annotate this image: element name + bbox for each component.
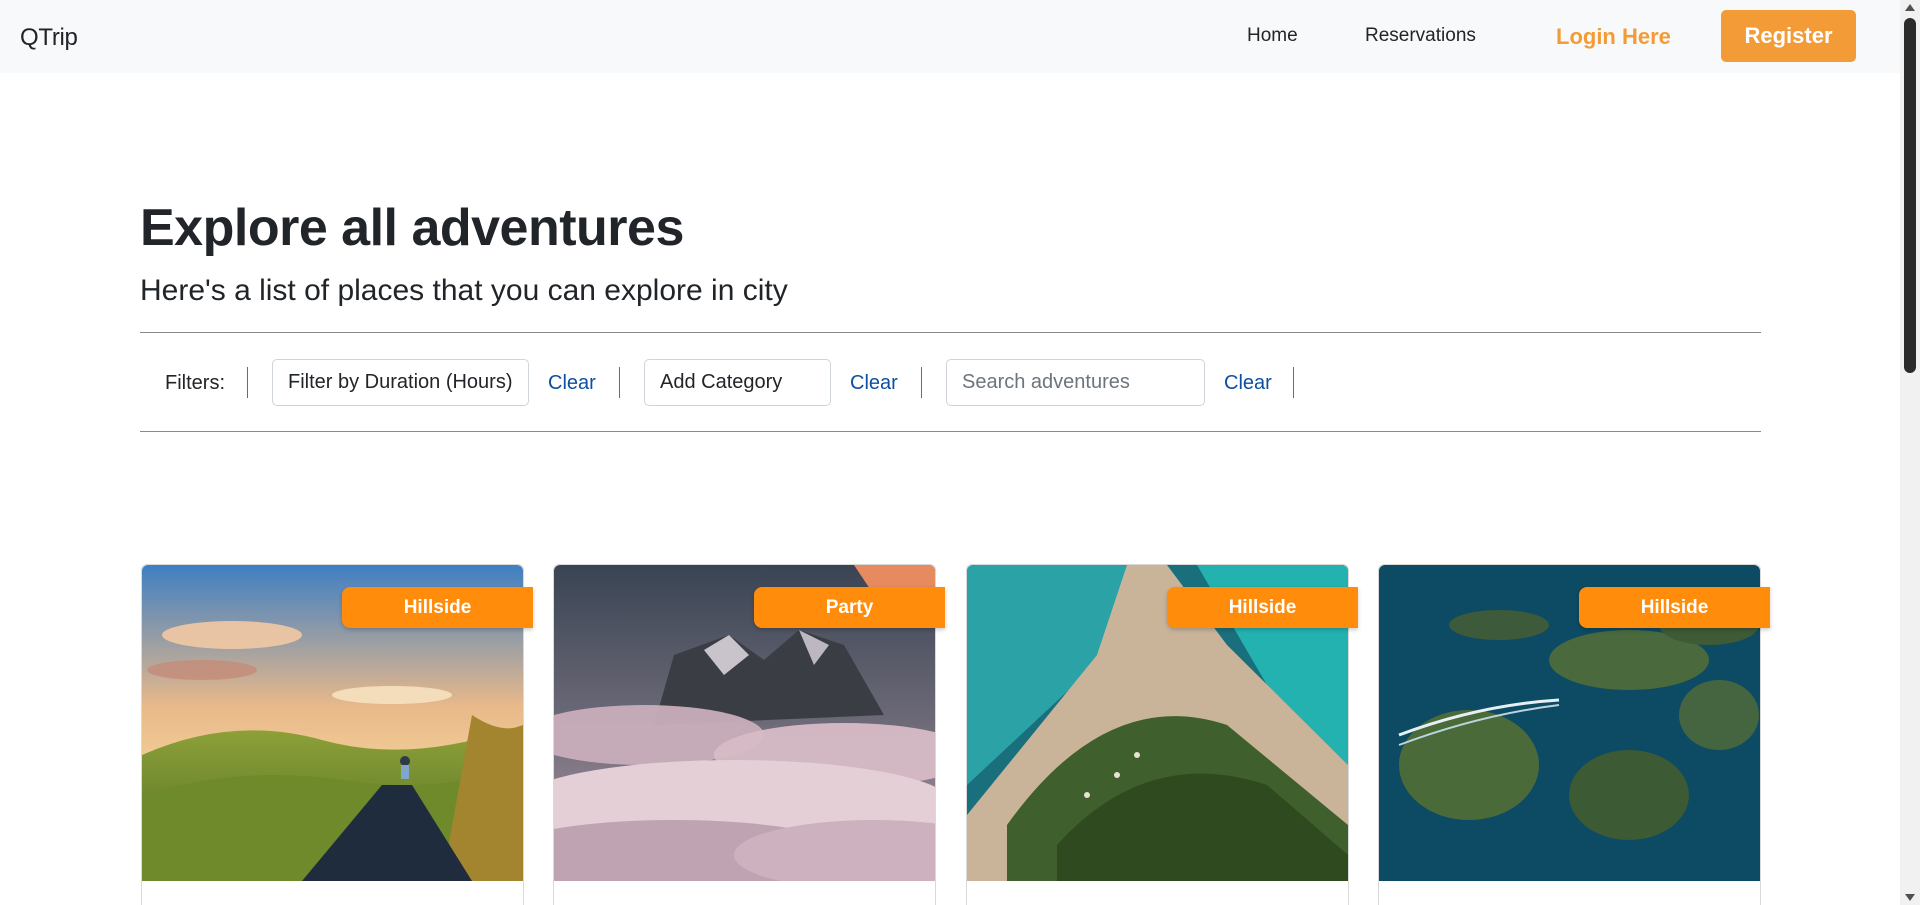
filter-separator: [619, 367, 620, 398]
adventure-card[interactable]: Hillside: [1378, 564, 1770, 905]
divider-bottom: [140, 431, 1761, 432]
vertical-scrollbar[interactable]: [1900, 0, 1920, 905]
page-subtitle: Here's a list of places that you can exp…: [140, 274, 788, 307]
search-adventures-input[interactable]: [946, 359, 1205, 406]
login-link[interactable]: Login Here: [1556, 24, 1671, 50]
adventure-card[interactable]: Party: [553, 564, 945, 905]
page: QTrip Home Reservations Login Here Regis…: [0, 0, 1920, 905]
filter-separator: [921, 367, 922, 398]
category-badge: Party: [754, 587, 945, 628]
filters-label: Filters:: [165, 372, 225, 394]
clear-category-link[interactable]: Clear: [850, 372, 898, 395]
adventure-card[interactable]: Hillside: [141, 564, 533, 905]
scroll-down-icon[interactable]: [1905, 894, 1915, 901]
nav-reservations-link[interactable]: Reservations: [1365, 25, 1476, 47]
brand-logo[interactable]: QTrip: [20, 24, 78, 52]
category-badge: Hillside: [1579, 587, 1770, 628]
category-filter-select[interactable]: Add Category: [644, 359, 831, 406]
filter-separator: [247, 367, 248, 398]
divider-top: [140, 332, 1761, 333]
clear-duration-link[interactable]: Clear: [548, 372, 596, 395]
category-badge: Hillside: [342, 587, 533, 628]
register-button[interactable]: Register: [1721, 10, 1856, 62]
filter-separator: [1293, 367, 1294, 398]
scrollbar-thumb[interactable]: [1904, 18, 1916, 373]
scroll-up-icon[interactable]: [1905, 4, 1915, 11]
adventure-card[interactable]: Hillside: [966, 564, 1358, 905]
duration-filter-select[interactable]: Filter by Duration (Hours): [272, 359, 529, 406]
category-badge: Hillside: [1167, 587, 1358, 628]
navbar: QTrip Home Reservations Login Here Regis…: [0, 0, 1900, 73]
nav-home-link[interactable]: Home: [1247, 25, 1298, 47]
page-title: Explore all adventures: [140, 199, 684, 257]
clear-search-link[interactable]: Clear: [1224, 372, 1272, 395]
